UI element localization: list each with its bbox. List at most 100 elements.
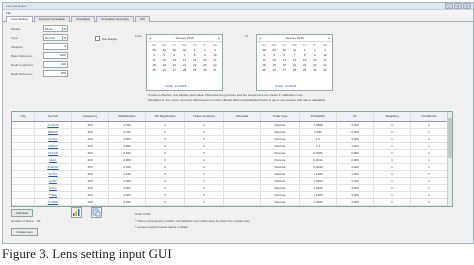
calendar-day[interactable]: 11: [149, 58, 159, 62]
use-range-checkbox[interactable]: Use Range: [95, 36, 117, 41]
column-header[interactable]: Probability: [300, 112, 337, 121]
calendar-day[interactable]: 21: [179, 63, 189, 67]
column-header[interactable]: Trade Type: [261, 112, 300, 121]
maximize-button[interactable]: □: [454, 3, 462, 9]
calendar-day[interactable]: 5: [159, 53, 169, 57]
calendar-day[interactable]: 29: [159, 48, 169, 52]
calendar-day[interactable]: 11: [259, 58, 269, 62]
checkbox-box[interactable]: [95, 36, 100, 41]
calendar-day[interactable]: 7: [179, 53, 189, 57]
calendar-day[interactable]: 23: [310, 63, 320, 67]
chevron-right-icon[interactable]: ▸: [328, 36, 330, 40]
table-row[interactable]: SEAL 400 2.380 3 2 Discrete 0.0011 2.000 1 1: [12, 157, 452, 164]
table-row[interactable]: ACTION 400 2.780 3 2 Discrete 1.0888 3.000 1 1: [12, 122, 452, 129]
calendar-day[interactable]: 13: [279, 58, 289, 62]
symbol-link[interactable]: OTHER: [35, 199, 72, 205]
chevron-right-icon[interactable]: ▸: [218, 36, 220, 40]
calendar-day[interactable]: 1: [300, 48, 310, 52]
menu-file[interactable]: File: [6, 11, 11, 15]
calendar-day[interactable]: 30: [310, 68, 320, 72]
calendar-day[interactable]: 3: [320, 48, 330, 52]
calendar-day[interactable]: 22: [300, 63, 310, 67]
tab-dynamic-simulation[interactable]: Dynamic Simulation: [33, 16, 71, 22]
calendar-day[interactable]: 28: [259, 48, 269, 52]
calendar-day[interactable]: 26: [269, 68, 279, 72]
table-row[interactable]: TREE 390 4.020 3 2 Discrete 1.1026 3.000 1 1: [12, 192, 452, 199]
column-header[interactable]: Symbol: [35, 112, 72, 121]
column-header[interactable]: Allocated: [224, 112, 261, 121]
calendar-day[interactable]: 23: [200, 63, 210, 67]
calendar-day[interactable]: 5: [269, 53, 279, 57]
calendar-day[interactable]: 27: [279, 68, 289, 72]
column-header[interactable]: Frequency: [72, 112, 109, 121]
scroll-thumb[interactable]: [448, 118, 452, 158]
calendar-day[interactable]: 10: [320, 53, 330, 57]
table-row[interactable]: VANT 395 2.380 3 1 Discrete 1.0000 3.000 1 1: [12, 178, 452, 185]
calendar-day[interactable]: 9: [310, 53, 320, 57]
symbol-link[interactable]: NULL: [35, 185, 72, 191]
modes-select[interactable]: Mode ▾: [43, 25, 68, 32]
calendar-day[interactable]: 24: [320, 63, 330, 67]
calendar-day[interactable]: 31: [210, 68, 220, 72]
calendar-day[interactable]: 29: [190, 68, 200, 72]
radii-reference-input[interactable]: 500: [43, 70, 68, 77]
calendar-day[interactable]: 8: [300, 53, 310, 57]
close-button[interactable]: x: [463, 3, 471, 9]
column-header[interactable]: Confidence: [411, 112, 448, 121]
calendar-day[interactable]: 31: [320, 68, 330, 72]
lens-data-table[interactable]: Use Symbol Frequency Multiplication VIP Regi…: [11, 111, 453, 207]
calendar-day[interactable]: 3: [210, 48, 220, 52]
calendar-day[interactable]: 2: [310, 48, 320, 52]
column-header[interactable]: VIP Registration: [146, 112, 185, 121]
vertical-scrollbar[interactable]: [447, 112, 452, 206]
calendar-day[interactable]: 21: [289, 63, 299, 67]
table-row[interactable]: TOTAL 430 2.500 3 2 Discrete 1.2 3.000 1 1: [12, 136, 452, 143]
tab-lens-setting[interactable]: Lens Setting: [6, 16, 33, 22]
table-row[interactable]: SCENIC 350 2.330 3 1 Discrete 0.0040 3.000 1 1: [12, 164, 452, 171]
calendar-to[interactable]: ◂ January 2015 ▸ Su Mo Tu We Th Fr Sa 28 29 30 31 1…: [256, 34, 333, 91]
multiplier-input[interactable]: 5: [43, 43, 68, 50]
column-header[interactable]: Pr: [337, 112, 374, 121]
chevron-left-icon[interactable]: ◂: [149, 36, 151, 40]
calendar-day[interactable]: 30: [169, 48, 179, 52]
symbol-link[interactable]: SCENIC: [35, 164, 72, 170]
calendar-today[interactable]: Today: 1/1/2015: [165, 84, 186, 88]
calendar-day[interactable]: 20: [169, 63, 179, 67]
calendar-today[interactable]: Today: 1/1/2015: [275, 84, 296, 88]
column-header[interactable]: Ticket remaining: [185, 112, 224, 121]
calendar-day[interactable]: 16: [200, 58, 210, 62]
calendar-day[interactable]: 16: [310, 58, 320, 62]
type-select[interactable]: Normal ▾: [43, 34, 68, 41]
calendar-day[interactable]: 4: [259, 53, 269, 57]
table-row[interactable]: OTHER 100 4.030 3 1 Discrete 1.0060 3.000 1 1: [12, 199, 452, 206]
calendar-day[interactable]: 8: [190, 53, 200, 57]
calendar-day[interactable]: 9: [200, 53, 210, 57]
calendar-day[interactable]: 26: [159, 68, 169, 72]
minimize-button[interactable]: _: [445, 3, 453, 9]
calendar-day[interactable]: 13: [169, 58, 179, 62]
calendar-day[interactable]: 24: [210, 63, 220, 67]
symbol-link[interactable]: SEAL: [35, 157, 72, 163]
calendar-day[interactable]: 15: [300, 58, 310, 62]
calendar-day[interactable]: 29: [300, 68, 310, 72]
symbol-link[interactable]: STAND: [35, 150, 72, 156]
calendar-day[interactable]: 2: [200, 48, 210, 52]
calendar-day[interactable]: 30: [279, 48, 289, 52]
chart-icon[interactable]: [71, 207, 82, 218]
tab-simulation[interactable]: Simulation: [71, 16, 96, 22]
calendar-day[interactable]: 10: [210, 53, 220, 57]
calendar-day[interactable]: 28: [179, 68, 189, 72]
calendar-day[interactable]: 20: [279, 63, 289, 67]
table-row[interactable]: NULL 400 4.000 3 2 Discrete 1.0029 3.000 1 1: [12, 185, 452, 192]
calendar-day[interactable]: 19: [269, 63, 279, 67]
calendar-day[interactable]: 31: [179, 48, 189, 52]
calendar-day[interactable]: 27: [169, 68, 179, 72]
calendar-day[interactable]: 17: [320, 58, 330, 62]
calendar-day[interactable]: 31: [289, 48, 299, 52]
calendar-day[interactable]: 22: [190, 63, 200, 67]
calendar-day[interactable]: 28: [149, 48, 159, 52]
calendar-day[interactable]: 4: [149, 53, 159, 57]
symbol-link[interactable]: ARRAY: [35, 143, 72, 149]
calendar-day[interactable]: 25: [259, 68, 269, 72]
table-row[interactable]: TOTAL 400 2.410 3 2 Discrete 1.1000 1.000 1 1: [12, 171, 452, 178]
